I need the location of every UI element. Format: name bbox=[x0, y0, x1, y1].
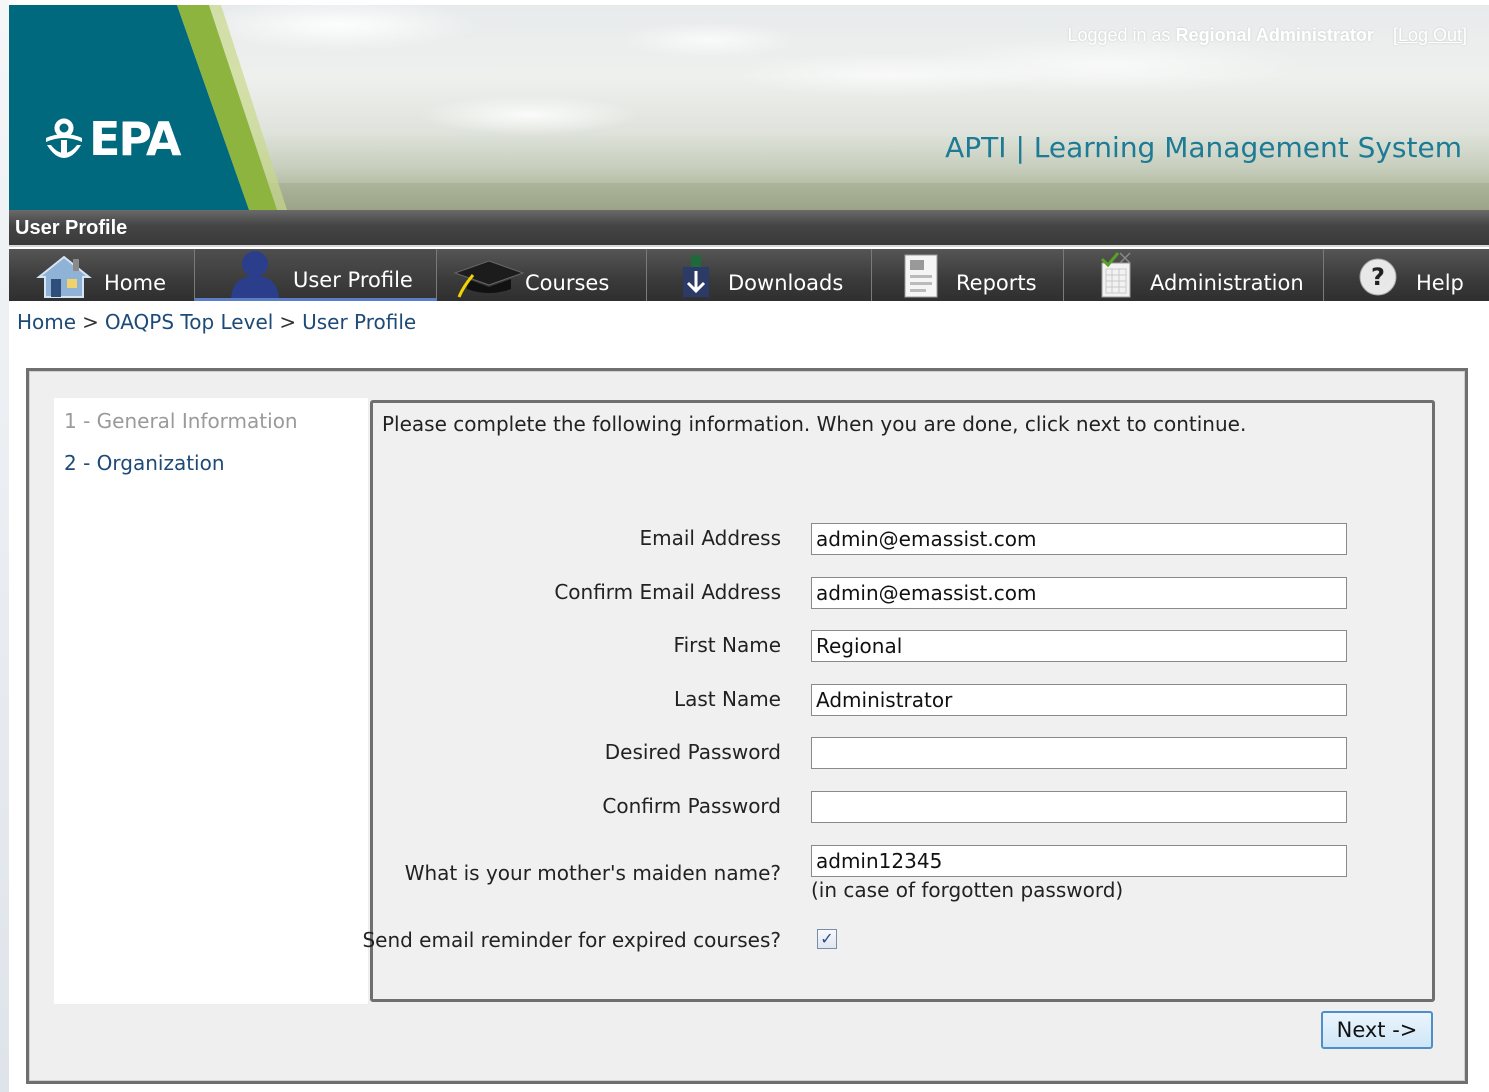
first-name-field[interactable] bbox=[811, 630, 1347, 662]
nav-administration[interactable]: Administration bbox=[1064, 249, 1324, 301]
nav-home-label: Home bbox=[104, 271, 167, 295]
nav-downloads-label: Downloads bbox=[728, 271, 844, 295]
nav-help[interactable]: ? Help bbox=[1324, 249, 1489, 301]
email-field[interactable] bbox=[811, 523, 1347, 555]
step-organization[interactable]: 2 - Organization bbox=[64, 451, 225, 475]
password-label: Desired Password bbox=[604, 740, 781, 764]
nav-courses[interactable]: Courses bbox=[437, 249, 647, 301]
svg-text:?: ? bbox=[1371, 263, 1385, 291]
breadcrumb: Home > OAQPS Top Level > User Profile bbox=[17, 310, 416, 334]
user-icon bbox=[231, 251, 279, 298]
password-field[interactable] bbox=[811, 737, 1347, 769]
site-header: EPA Logged in as Regional Administrator … bbox=[9, 5, 1489, 210]
nav-reports-label: Reports bbox=[956, 271, 1037, 295]
main-nav: Home User Profile Courses Downloads Repo… bbox=[9, 249, 1489, 301]
email-reminder-label: Send email reminder for expired courses? bbox=[362, 928, 781, 952]
nav-courses-label: Courses bbox=[525, 271, 610, 295]
epa-logo-text: EPA bbox=[89, 112, 182, 166]
login-prefix: Logged in as bbox=[1067, 25, 1171, 45]
last-name-field[interactable] bbox=[811, 684, 1347, 716]
form-instructions: Please complete the following informatio… bbox=[382, 412, 1247, 436]
logout-link[interactable]: [Log Out] bbox=[1393, 25, 1467, 45]
home-icon bbox=[36, 255, 92, 298]
clipboard-check-icon bbox=[1100, 252, 1131, 298]
nav-reports[interactable]: Reports bbox=[872, 249, 1064, 301]
next-button[interactable]: Next -> bbox=[1321, 1011, 1433, 1049]
confirm-email-label: Confirm Email Address bbox=[554, 580, 781, 604]
page-left-edge bbox=[0, 0, 9, 1092]
download-icon bbox=[683, 255, 709, 297]
nav-downloads[interactable]: Downloads bbox=[647, 249, 872, 301]
login-status: Logged in as Regional Administrator [Log… bbox=[1067, 25, 1467, 46]
maiden-name-field[interactable] bbox=[811, 845, 1347, 877]
maiden-name-hint: (in case of forgotten password) bbox=[811, 878, 1124, 902]
nav-help-label: Help bbox=[1416, 271, 1464, 295]
help-icon: ? bbox=[1359, 258, 1397, 296]
page-title: User Profile bbox=[9, 210, 1489, 247]
breadcrumb-separator: > bbox=[82, 310, 99, 334]
maiden-name-label: What is your mother's maiden name? bbox=[404, 861, 781, 885]
nav-user-profile[interactable]: User Profile bbox=[195, 249, 437, 301]
app-title: APTI | Learning Management System bbox=[945, 131, 1462, 164]
report-icon bbox=[904, 254, 938, 298]
epa-logo[interactable]: EPA bbox=[43, 111, 182, 167]
epa-logo-panel bbox=[9, 5, 287, 210]
graduation-cap-icon bbox=[453, 260, 525, 298]
breadcrumb-oaqps[interactable]: OAQPS Top Level bbox=[105, 310, 273, 334]
email-reminder-checkbox[interactable]: ✓ bbox=[817, 929, 837, 949]
breadcrumb-home[interactable]: Home bbox=[17, 310, 76, 334]
nav-user-profile-label: User Profile bbox=[293, 268, 413, 292]
confirm-email-field[interactable] bbox=[811, 577, 1347, 609]
confirm-password-label: Confirm Password bbox=[602, 794, 781, 818]
epa-flower-icon bbox=[46, 118, 82, 158]
nav-home[interactable]: Home bbox=[9, 249, 195, 301]
step-general-information: 1 - General Information bbox=[64, 409, 298, 433]
first-name-label: First Name bbox=[673, 633, 781, 657]
wizard-steps: 1 - General Information 2 - Organization bbox=[54, 398, 368, 1004]
confirm-password-field[interactable] bbox=[811, 791, 1347, 823]
nav-administration-label: Administration bbox=[1150, 271, 1304, 295]
breadcrumb-separator: > bbox=[279, 310, 297, 334]
breadcrumb-user-profile[interactable]: User Profile bbox=[302, 310, 416, 334]
checkmark-icon: ✓ bbox=[820, 929, 834, 948]
login-username: Regional Administrator bbox=[1175, 25, 1374, 45]
email-label: Email Address bbox=[639, 526, 782, 550]
last-name-label: Last Name bbox=[673, 687, 781, 711]
